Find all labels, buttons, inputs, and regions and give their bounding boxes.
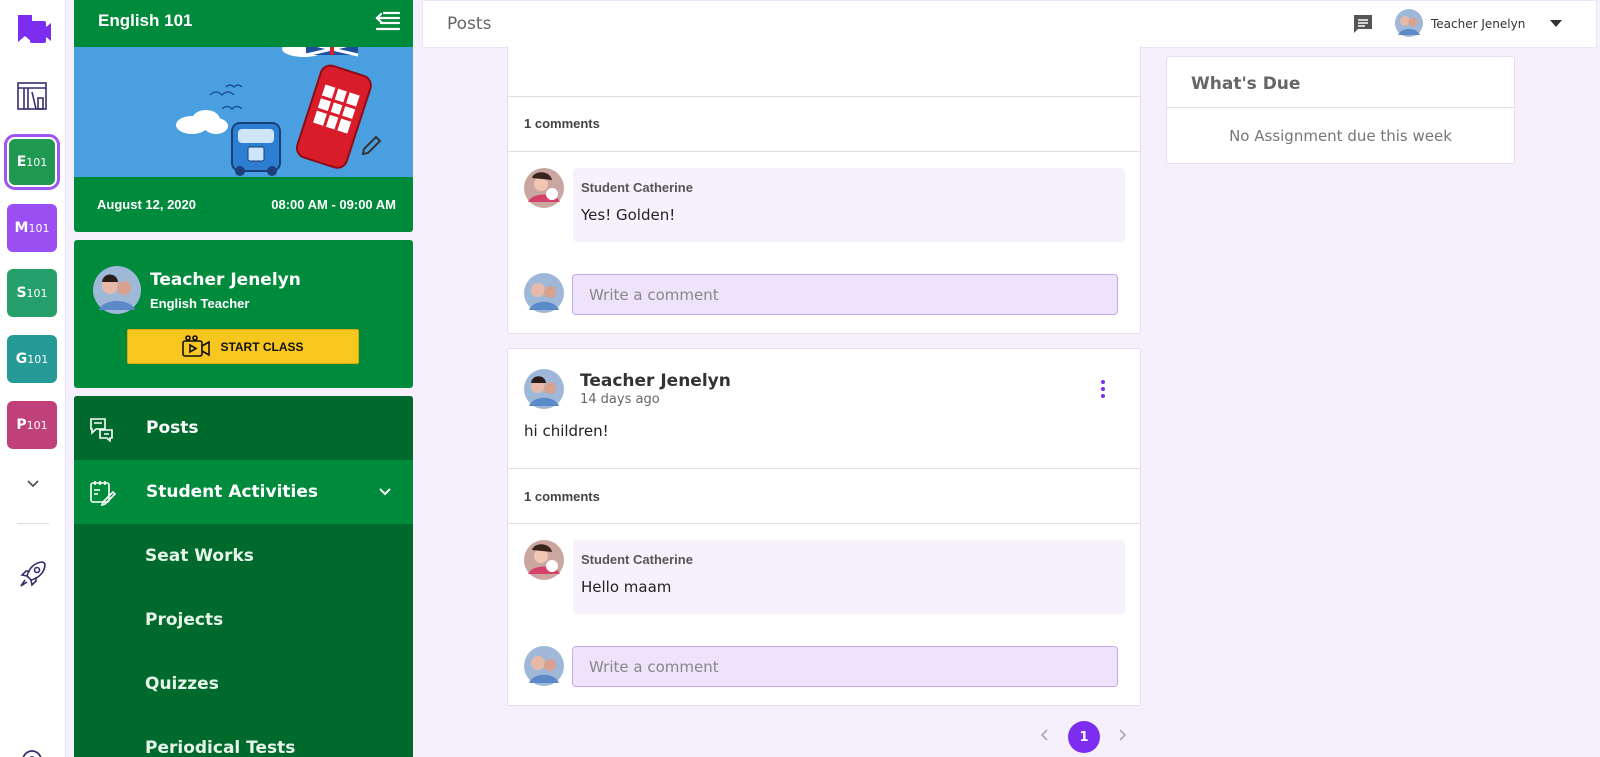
- course-header-card: English 101 August 12, 2020 08:00 AM - 0…: [74, 0, 413, 232]
- help-icon[interactable]: [20, 748, 44, 757]
- rocket-icon[interactable]: [17, 558, 49, 590]
- author-avatar: [524, 369, 564, 409]
- top-header: Posts Teacher Jenelyn: [422, 0, 1597, 48]
- rail-divider: [17, 523, 49, 524]
- divider: [508, 96, 1140, 97]
- my-avatar: [524, 273, 564, 313]
- course-letter: G: [15, 351, 28, 367]
- app-rail: E 101 M 101 S 101 G 101 P 101: [0, 0, 66, 757]
- course-number: 101: [26, 286, 48, 300]
- page-title: Posts: [447, 14, 492, 34]
- course-tile-s101[interactable]: S 101: [7, 269, 57, 317]
- chevron-right-icon[interactable]: [1116, 728, 1128, 742]
- class-date: August 12, 2020: [97, 197, 196, 212]
- teacher-role: English Teacher: [150, 296, 250, 311]
- chevron-down-icon[interactable]: [24, 474, 42, 492]
- user-name[interactable]: Teacher Jenelyn: [1431, 17, 1525, 31]
- course-tile-e101[interactable]: E 101: [4, 134, 60, 190]
- menu-label-student-activities: Student Activities: [146, 482, 319, 502]
- class-time: 08:00 AM - 09:00 AM: [271, 197, 396, 212]
- course-title: English 101: [98, 11, 193, 30]
- submenu-item-projects[interactable]: Projects: [145, 610, 223, 630]
- post-card: Teacher Jenelyn 14 days ago hi children!…: [507, 348, 1141, 706]
- post-card: 1 comments Student Catherine Yes! Golden…: [507, 46, 1141, 334]
- course-tile-m101[interactable]: M 101: [7, 204, 57, 252]
- comments-count[interactable]: 1 comments: [524, 116, 600, 131]
- app-logo-icon[interactable]: [16, 12, 52, 46]
- caret-down-icon[interactable]: [1550, 20, 1562, 28]
- whats-due-title: What's Due: [1191, 74, 1301, 94]
- video-camera-icon: [182, 334, 211, 357]
- user-avatar[interactable]: [1395, 9, 1423, 37]
- chevron-down-icon[interactable]: [377, 484, 393, 500]
- menu-item-posts[interactable]: Posts: [74, 396, 413, 460]
- whats-due-empty: No Assignment due this week: [1229, 127, 1452, 145]
- post-author: Teacher Jenelyn: [580, 371, 731, 391]
- menu-label-posts: Posts: [146, 418, 199, 438]
- course-letter: S: [16, 285, 27, 301]
- comment-author: Student Catherine: [581, 552, 693, 567]
- divider: [508, 468, 1140, 469]
- course-letter: E: [16, 154, 27, 170]
- comment-author: Student Catherine: [581, 180, 693, 195]
- course-number: 101: [26, 155, 48, 169]
- course-number: 101: [28, 221, 50, 235]
- teacher-avatar: [93, 266, 141, 314]
- course-tile-p101[interactable]: P 101: [7, 401, 57, 449]
- divider: [508, 151, 1140, 152]
- course-number: 101: [26, 418, 48, 432]
- commenter-avatar: [524, 168, 564, 208]
- collapse-sidebar-icon[interactable]: [375, 10, 401, 32]
- submenu-item-quizzes[interactable]: Quizzes: [145, 674, 219, 694]
- calendar-pencil-icon: [90, 481, 116, 506]
- comment-bubble: Student Catherine Hello maam: [573, 540, 1125, 614]
- comments-count[interactable]: 1 comments: [524, 489, 600, 504]
- more-options-icon[interactable]: [1099, 379, 1107, 399]
- divider: [508, 523, 1140, 524]
- library-icon[interactable]: [16, 80, 48, 112]
- comment-text: Yes! Golden!: [581, 206, 676, 224]
- course-menu: Posts Student Activities Seat Works Proj…: [74, 396, 413, 757]
- course-number: 101: [27, 352, 49, 366]
- write-comment-input[interactable]: [572, 646, 1118, 687]
- submenu-item-periodical-tests[interactable]: Periodical Tests: [145, 738, 295, 757]
- teacher-card: Teacher Jenelyn English Teacher START CL…: [74, 240, 413, 388]
- post-time: 14 days ago: [580, 392, 660, 407]
- course-banner-image: [74, 47, 413, 177]
- course-letter: M: [14, 220, 29, 236]
- submenu-item-seat-works[interactable]: Seat Works: [145, 546, 254, 566]
- divider: [1167, 107, 1514, 108]
- comment-bubble: Student Catherine Yes! Golden!: [573, 168, 1125, 242]
- teacher-name: Teacher Jenelyn: [150, 270, 301, 290]
- write-comment-input[interactable]: [572, 274, 1118, 315]
- start-class-label: START CLASS: [220, 339, 304, 354]
- start-class-button[interactable]: START CLASS: [127, 329, 359, 364]
- course-letter: P: [16, 417, 27, 433]
- commenter-avatar: [524, 540, 564, 580]
- whats-due-card: What's Due No Assignment due this week: [1166, 56, 1515, 164]
- chevron-left-icon[interactable]: [1039, 728, 1051, 742]
- post-body: hi children!: [524, 422, 609, 440]
- chat-bubbles-icon: [90, 418, 113, 442]
- course-tile-g101[interactable]: G 101: [7, 335, 57, 383]
- menu-item-student-activities[interactable]: Student Activities: [74, 460, 413, 524]
- my-avatar: [524, 646, 564, 686]
- pagination-page[interactable]: 1: [1068, 721, 1100, 753]
- message-icon[interactable]: [1352, 13, 1374, 35]
- comment-text: Hello maam: [581, 578, 672, 596]
